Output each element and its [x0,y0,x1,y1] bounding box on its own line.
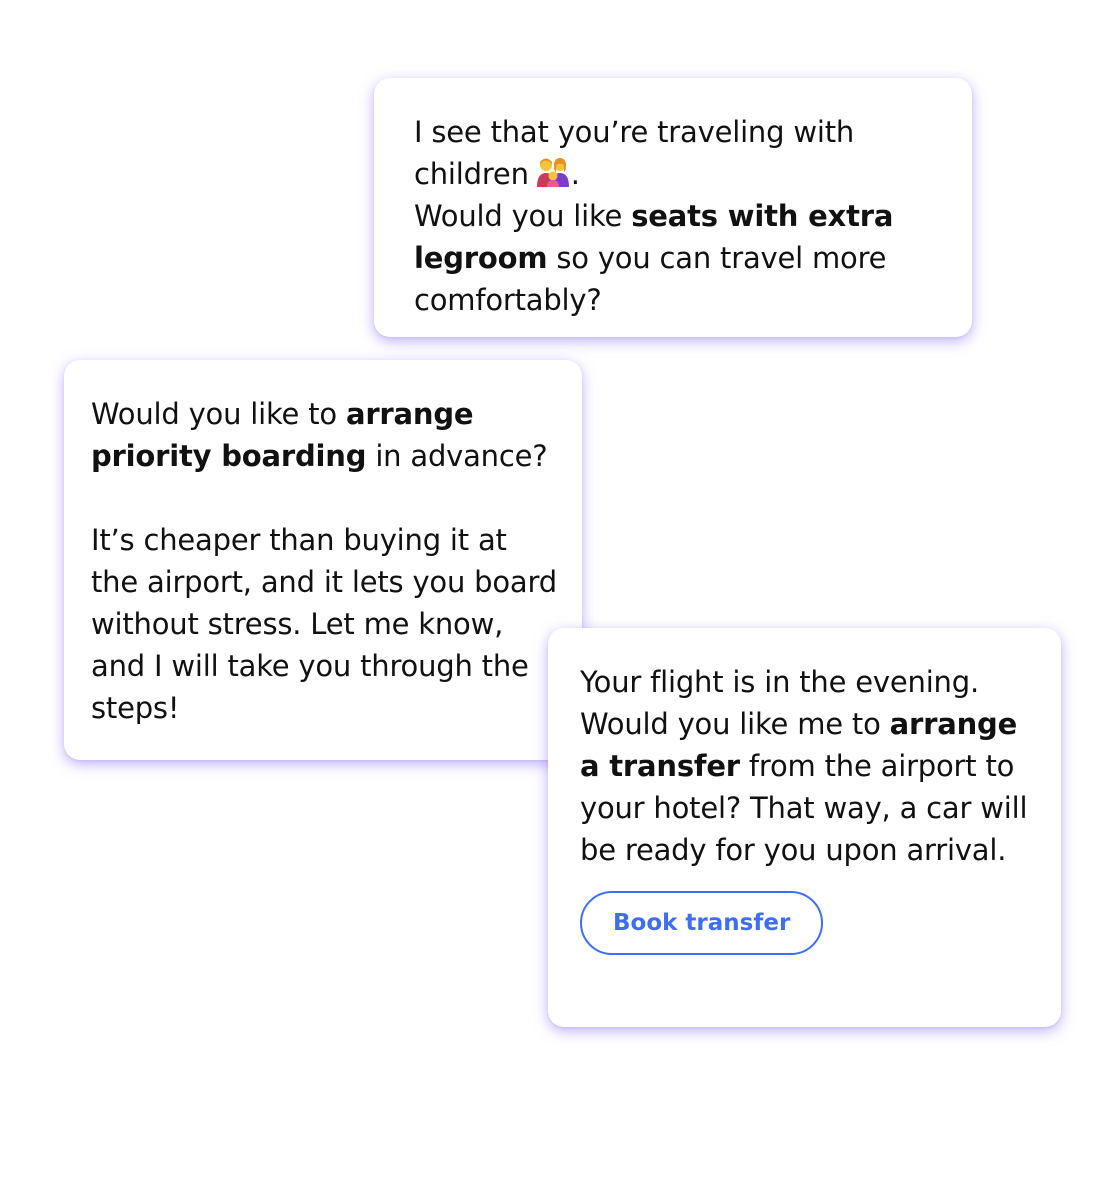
priority-question-post: in advance? [366,439,548,473]
book-transfer-button[interactable]: Book transfer [580,891,824,955]
transfer-suggestion-card: Your flight is in the evening. Would you… [548,628,1061,1027]
transfer-message: Your flight is in the evening. Would you… [580,661,1041,871]
priority-boarding-card: Would you like to arrange priority board… [64,360,582,760]
seats-message-line2-pre: Would you like [414,199,632,233]
priority-question-pre: Would you like to [91,397,346,431]
family-icon [535,156,571,187]
seats-message: I see that you’re traveling with childre… [414,111,942,321]
priority-message-details: It’s cheaper than buying it at the airpo… [91,523,557,725]
priority-message-question: Would you like to arrange priority board… [91,393,562,477]
seats-message-line1-end: . [570,157,580,191]
seats-message-line1: I see that you’re traveling with childre… [414,115,855,191]
seats-suggestion-card: I see that you’re traveling with childre… [374,78,972,337]
